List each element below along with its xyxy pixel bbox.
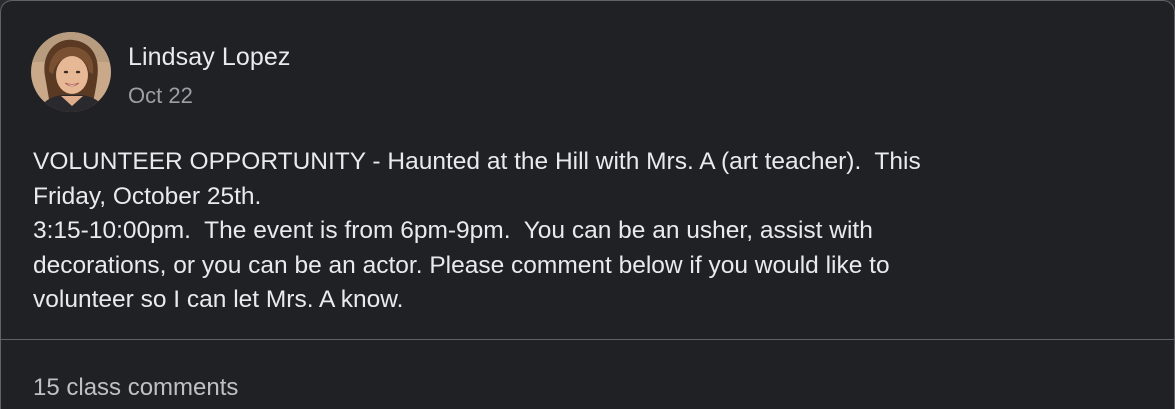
author-block: Lindsay Lopez Oct 22 [128, 42, 291, 109]
divider [1, 339, 1174, 340]
post-body-line: decorations, or you can be an actor. Ple… [33, 251, 890, 279]
class-comments-link[interactable]: 15 class comments [33, 373, 238, 403]
post-body-line: Friday, October 25th. [33, 182, 262, 210]
post-header: Lindsay Lopez Oct 22 [31, 32, 291, 112]
avatar-photo [31, 32, 111, 112]
post-card: Lindsay Lopez Oct 22 VOLUNTEER OPPORTUNI… [0, 0, 1175, 409]
avatar[interactable] [31, 32, 111, 112]
post-body-line: volunteer so I can let Mrs. A know. [33, 286, 404, 313]
post-body-line: 3:15-10:00pm. The event is from 6pm-9pm.… [33, 217, 873, 244]
post-body-line: VOLUNTEER OPPORTUNITY - Haunted at the H… [33, 148, 921, 175]
post-date[interactable]: Oct 22 [128, 83, 291, 109]
post-body: VOLUNTEER OPPORTUNITY - Haunted at the H… [33, 145, 1143, 318]
author-name[interactable]: Lindsay Lopez [128, 42, 291, 72]
